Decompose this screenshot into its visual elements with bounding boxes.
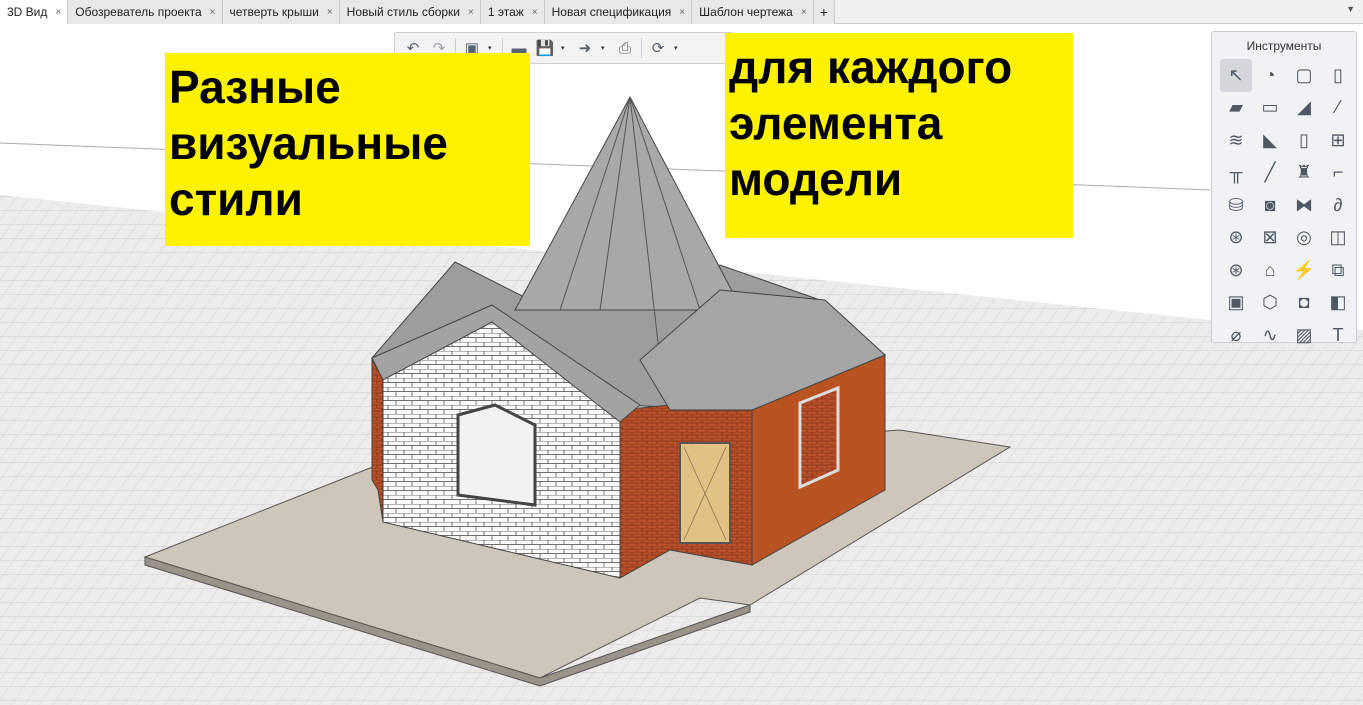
close-icon[interactable]: × (55, 7, 61, 18)
duct-tool-icon[interactable]: ⌐ (1322, 157, 1354, 190)
electric-system-tool-icon[interactable]: ⚡ (1288, 254, 1320, 287)
window-side (798, 385, 840, 490)
tab-3[interactable]: Новый стиль сборки × (339, 0, 481, 24)
export-icon[interactable]: ➜ (575, 38, 595, 58)
connector-tool-icon[interactable]: ◧ (1322, 287, 1354, 320)
stairs-tool-icon[interactable]: ≋ (1220, 124, 1252, 157)
line-tool-icon[interactable]: ╱ (1254, 157, 1286, 190)
ventilation-system-tool-icon[interactable]: ⊛ (1220, 254, 1252, 287)
annotation-left: Разные визуальные стили (165, 53, 530, 246)
tools-panel: Инструменты ↖ ◔ ▢ ▯ ▰ ▭ ◢ ⁄ ≋ ◣ ▯ ⊞ ╥ ╱ ♜ ⌐ ⛁ ◙ ⧓ ∂ ⊛ ⊠ ◎ ◫ ⊛ ⌂ ⚡ ⧉… (1211, 31, 1357, 345)
window-front (456, 403, 537, 507)
print-icon[interactable]: ⎙ (615, 38, 635, 58)
lighting-tool-icon[interactable]: ⌂ (1254, 254, 1286, 287)
railing-tool-icon[interactable]: ╥ (1220, 157, 1252, 190)
close-icon[interactable]: × (327, 7, 333, 18)
text-tool-icon[interactable]: T (1322, 319, 1354, 352)
tab-2[interactable]: четверть крыши × (222, 0, 340, 24)
slab-tool-icon[interactable]: ▰ (1220, 92, 1252, 125)
close-icon[interactable]: × (679, 7, 685, 18)
chevron-down-icon[interactable]: ▾ (601, 44, 609, 52)
tab-label: 1 этаж (487, 5, 524, 19)
water-system-tool-icon[interactable]: ⊛ (1220, 222, 1252, 255)
fan-tool-icon[interactable]: ⊠ (1254, 222, 1286, 255)
tab-5[interactable]: Новая спецификация × (544, 0, 693, 24)
box-tool-icon[interactable]: ▢ (1288, 59, 1320, 92)
styles-tool-icon[interactable]: ◔ (1254, 59, 1286, 92)
tab-4[interactable]: 1 этаж × (480, 0, 545, 24)
washer-tool-icon[interactable]: ◙ (1254, 189, 1286, 222)
cone-roof (514, 95, 743, 311)
socket-tool-icon[interactable]: ⧉ (1322, 254, 1354, 287)
column-tool-icon[interactable]: ▯ (1322, 59, 1354, 92)
panel-tool-icon[interactable]: ▣ (1220, 287, 1252, 320)
document-tab-bar: 3D Вид × Обозреватель проекта × четверть кры… (0, 0, 1363, 24)
tab-label: Новая спецификация (551, 5, 672, 19)
tab-label: Обозреватель проекта (75, 5, 202, 19)
close-icon[interactable]: × (801, 7, 807, 18)
tab-label: четверть крыши (229, 5, 319, 19)
chevron-down-icon[interactable]: ▾ (561, 44, 569, 52)
hatch-tool-icon[interactable]: ▨ (1288, 319, 1320, 352)
valve-tool-icon[interactable]: ⧓ (1288, 189, 1320, 222)
add-tab-button[interactable]: + (813, 0, 835, 24)
tab-label: 3D Вид (7, 5, 48, 19)
duct-fitting-tool-icon[interactable]: ◫ (1322, 222, 1354, 255)
dimension-tool-icon[interactable]: ⌀ (1220, 319, 1252, 352)
window-tool-icon[interactable]: ⊞ (1322, 124, 1354, 157)
close-icon[interactable]: × (210, 7, 216, 18)
tab-1[interactable]: Обозреватель проекта × (68, 0, 223, 24)
tab-label: Новый стиль сборки (346, 5, 460, 19)
cable-tool-icon[interactable]: ◎ (1288, 222, 1320, 255)
plumbing-tool-icon[interactable]: ⛁ (1220, 189, 1252, 222)
tab-list-menu-icon[interactable]: ▼ (1346, 4, 1355, 14)
divider (641, 38, 642, 58)
tab-0[interactable]: 3D Вид × (0, 0, 69, 24)
ramp-tool-icon[interactable]: ◣ (1254, 124, 1286, 157)
orbit-icon[interactable]: ⟳ (648, 38, 668, 58)
close-icon[interactable]: × (468, 7, 474, 18)
chevron-down-icon[interactable]: ▾ (488, 44, 496, 52)
select-tool-icon[interactable]: ↖ (1220, 59, 1252, 92)
equipment-tool-icon[interactable]: ♜ (1288, 157, 1320, 190)
beam-tool-icon[interactable]: ⁄ (1322, 92, 1354, 125)
tools-panel-title: Инструменты (1246, 39, 1322, 53)
pipe-tool-icon[interactable]: ∂ (1322, 189, 1354, 222)
spline-tool-icon[interactable]: ∿ (1254, 319, 1286, 352)
roof-tool-icon[interactable]: ◢ (1288, 92, 1320, 125)
close-icon[interactable]: × (532, 7, 538, 18)
mesh-tool-icon[interactable]: ⬡ (1254, 287, 1286, 320)
annotation-right: для каждого элемента модели (725, 33, 1073, 238)
tab-label: Шаблон чертежа (699, 5, 793, 19)
device-tool-icon[interactable]: ◘ (1288, 287, 1320, 320)
tab-6[interactable]: Шаблон чертежа × (692, 0, 814, 24)
save-icon[interactable]: 💾 (535, 38, 555, 58)
door-tool-icon[interactable]: ▯ (1288, 124, 1320, 157)
chevron-down-icon[interactable]: ▾ (674, 44, 682, 52)
opening-slab-tool-icon[interactable]: ▭ (1254, 92, 1286, 125)
